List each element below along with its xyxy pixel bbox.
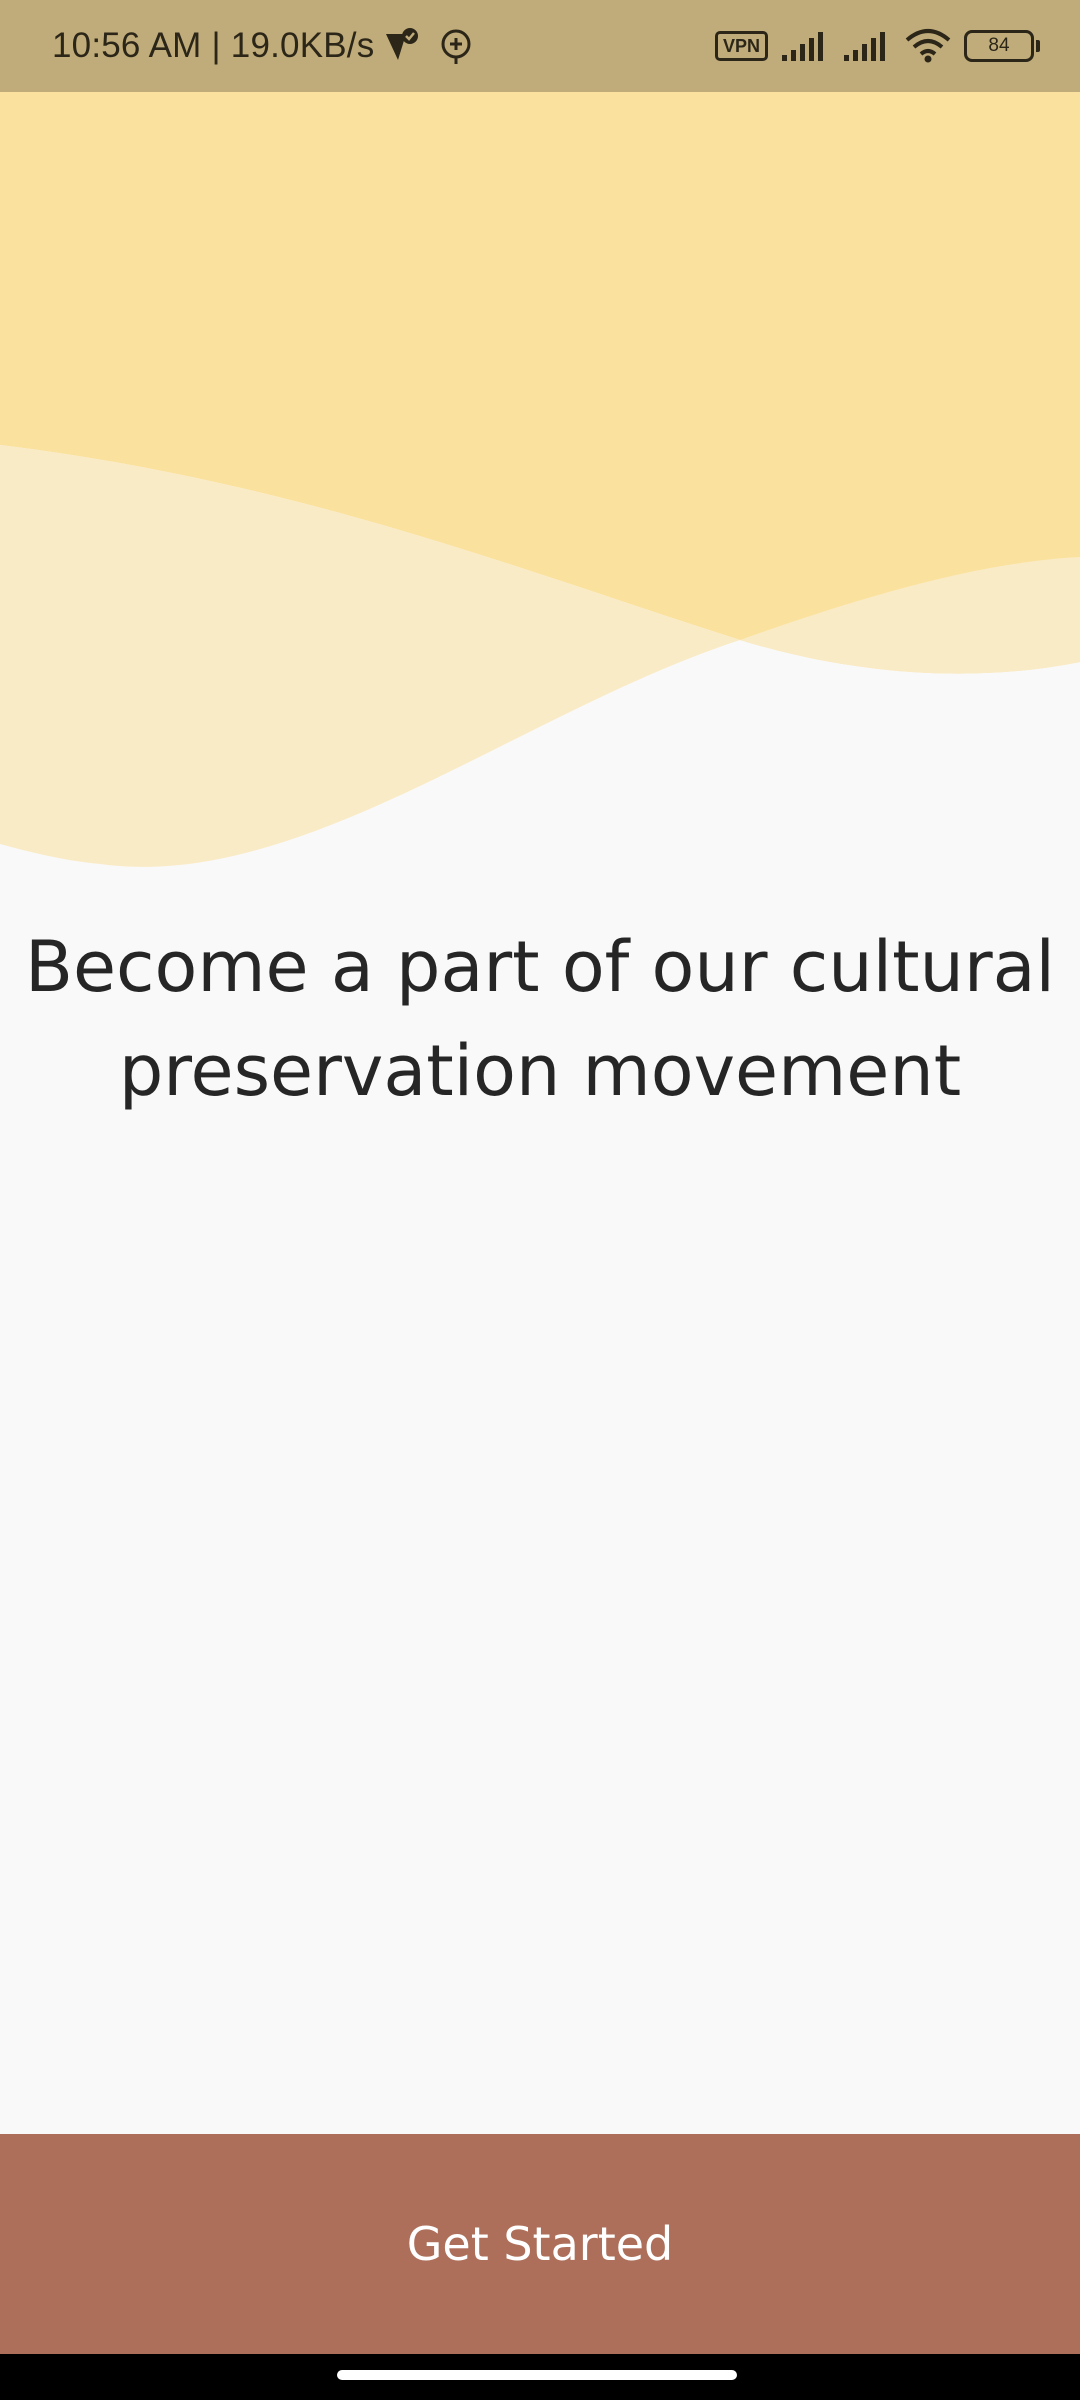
status-bar-right: VPN 84 <box>714 0 1040 92</box>
navigation-bar <box>0 2354 1080 2400</box>
status-time: 10:56 AM <box>52 26 202 65</box>
check-shield-icon <box>386 28 419 60</box>
status-separator: | <box>211 26 221 65</box>
vpn-badge: VPN <box>714 31 768 61</box>
location-plus-icon <box>441 29 471 64</box>
signal-icon <box>782 32 823 61</box>
onboarding-headline: Become a part of our cultural preservati… <box>24 926 1056 1112</box>
wifi-icon <box>905 29 951 63</box>
status-bar: 10:56 AM | 19.0KB/s VPN 84 <box>0 0 1080 92</box>
battery-icon: 84 <box>964 30 1040 62</box>
hero-wave-background <box>0 92 1080 872</box>
battery-level: 84 <box>964 30 1034 62</box>
signal-icon <box>844 32 885 61</box>
home-indicator[interactable] <box>337 2370 737 2380</box>
status-bar-left: 10:56 AM | 19.0KB/s <box>52 0 476 92</box>
battery-tip <box>1036 40 1040 52</box>
get-started-button[interactable]: Get Started <box>0 2134 1080 2354</box>
network-speed: 19.0KB/s <box>230 26 375 65</box>
